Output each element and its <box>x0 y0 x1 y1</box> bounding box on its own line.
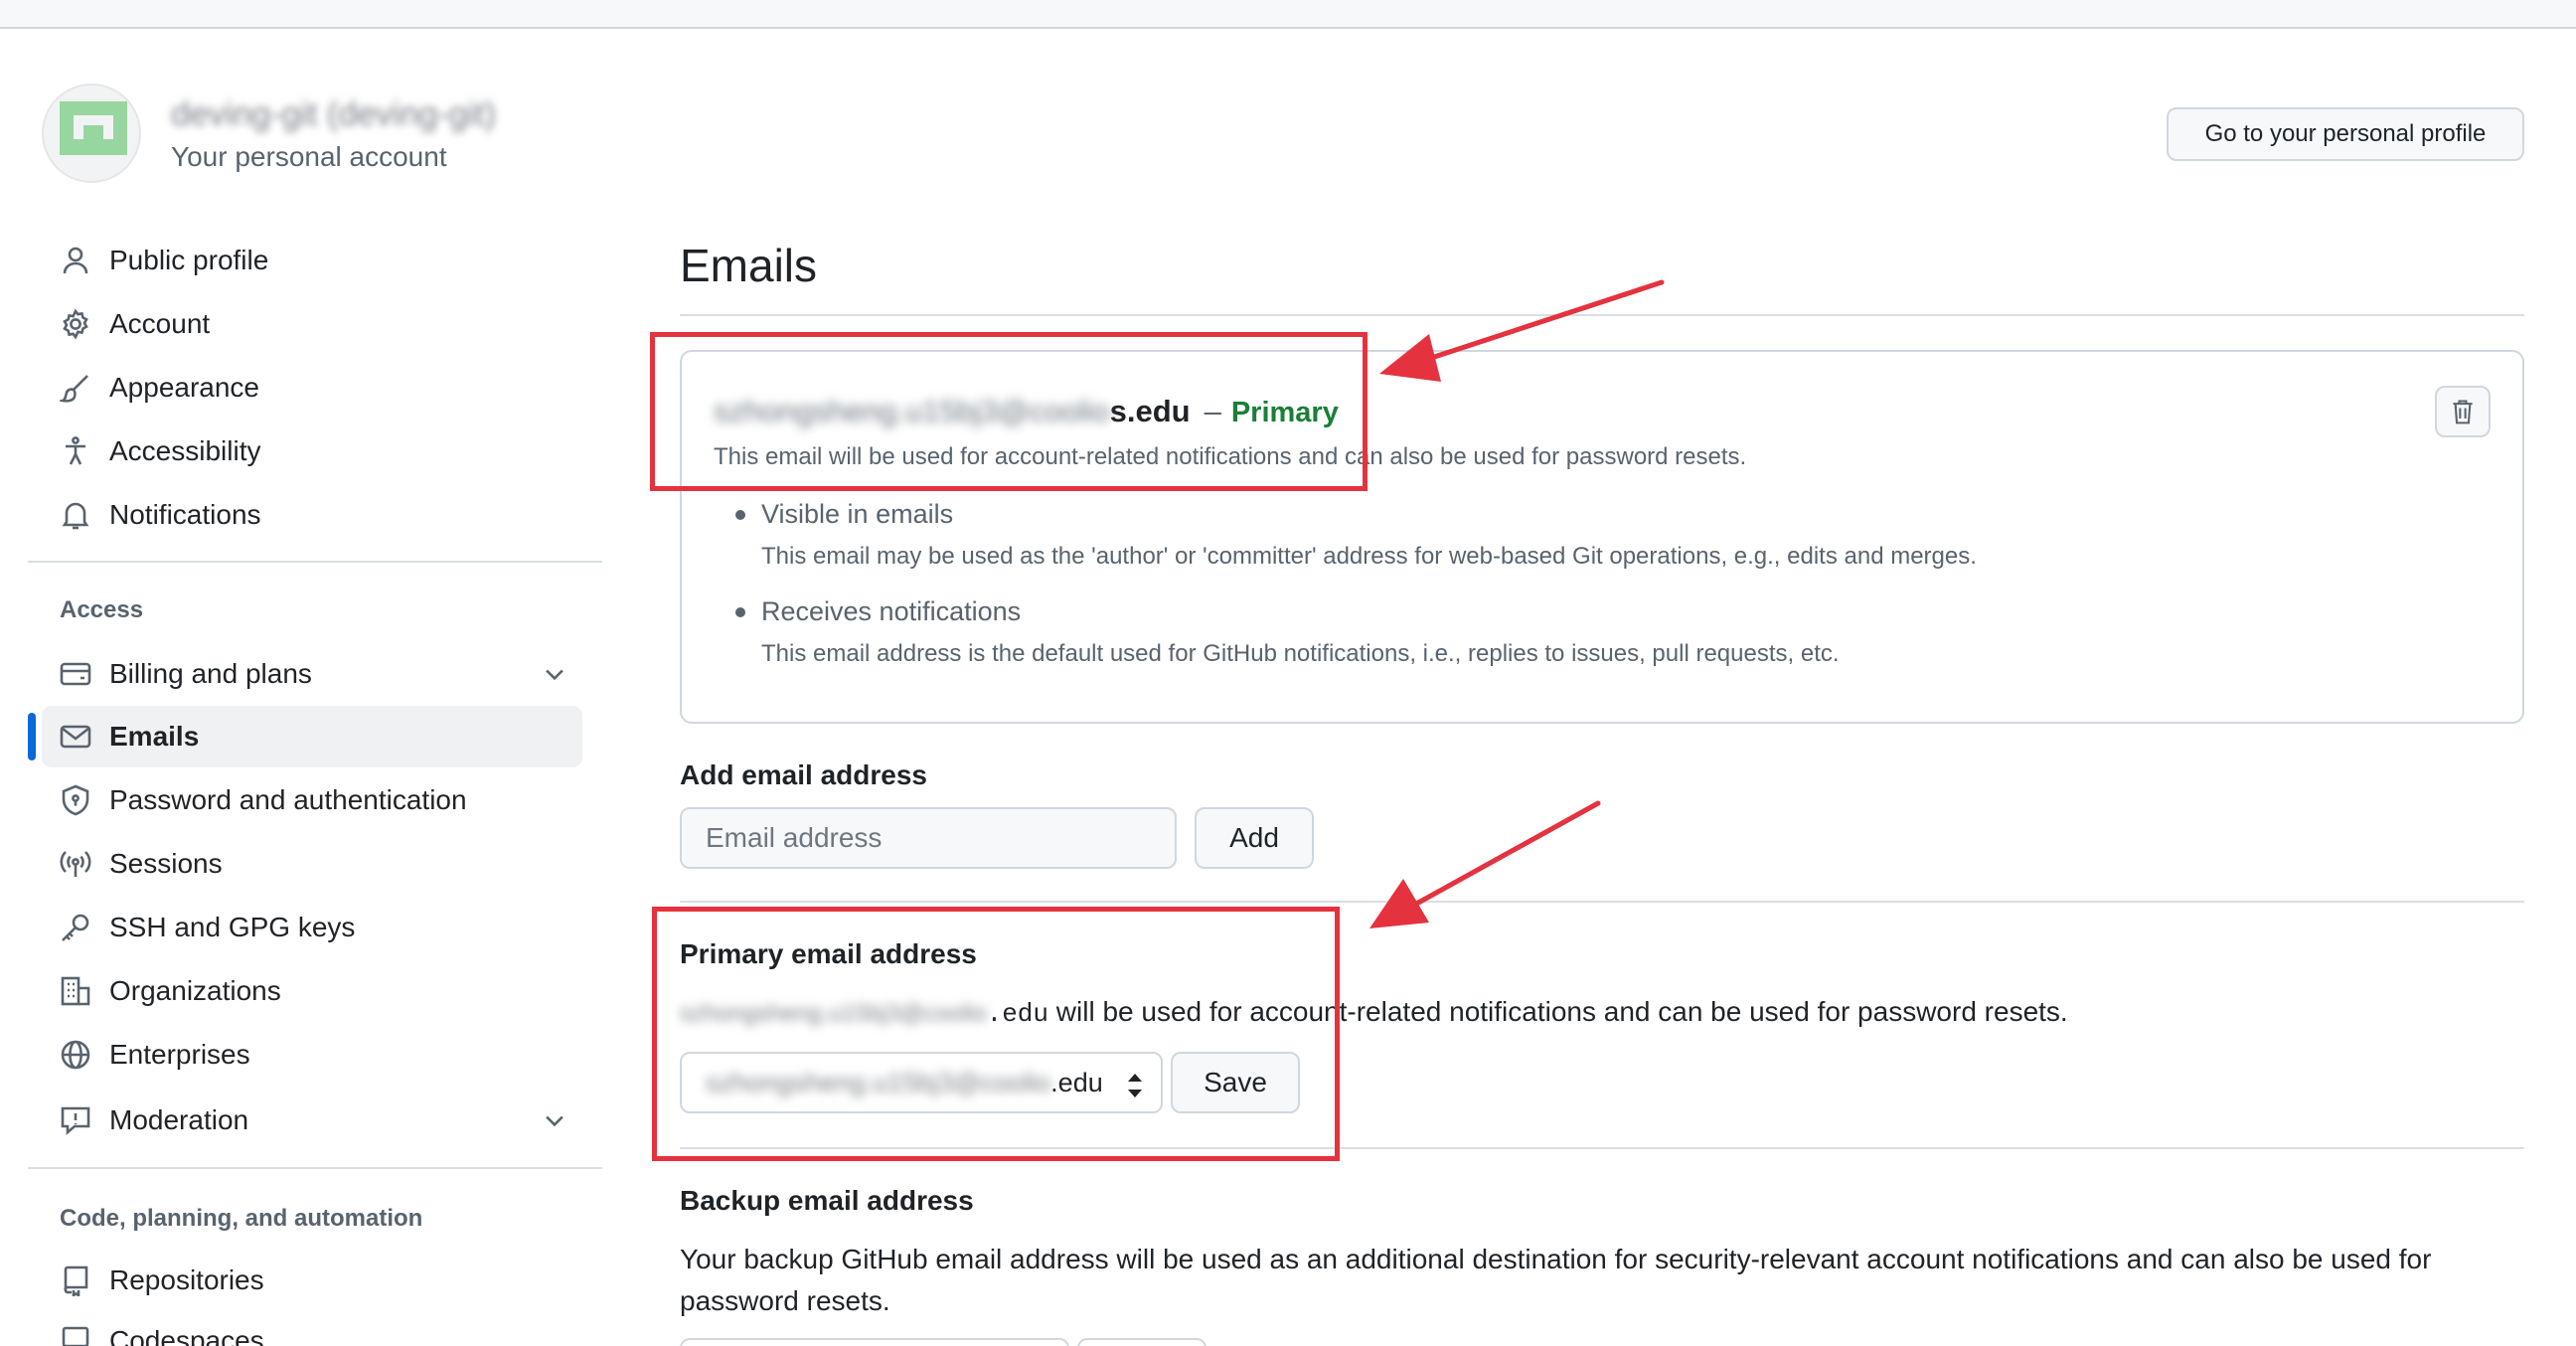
annotation-arrows <box>1369 279 1665 928</box>
